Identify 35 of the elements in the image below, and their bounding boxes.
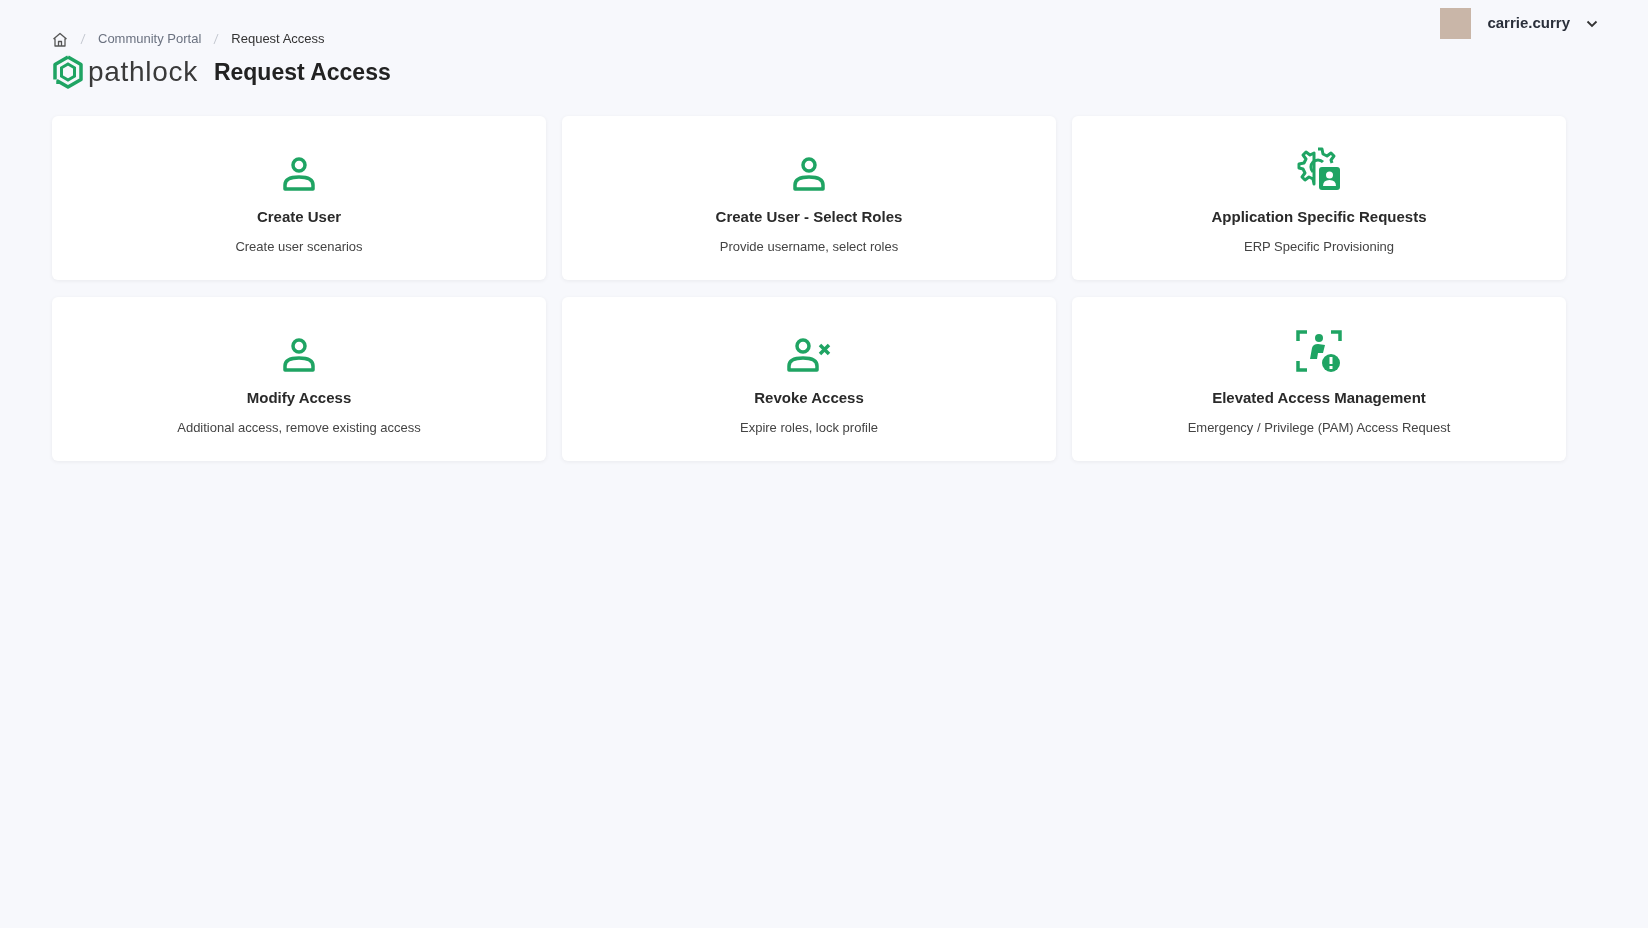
breadcrumb-separator-icon	[80, 33, 86, 45]
card-description: ERP Specific Provisioning	[1243, 237, 1395, 256]
card-title: Application Specific Requests	[1211, 207, 1427, 227]
card-description: Additional access, remove existing access	[177, 418, 421, 437]
request-card[interactable]: Elevated Access Management Emergency / Privilege (PAM) Access Request	[1072, 297, 1566, 461]
breadcrumb-separator-icon	[213, 33, 220, 45]
home-icon[interactable]	[52, 31, 68, 47]
user-x-icon	[786, 337, 832, 373]
request-card[interactable]: Create User - Select Roles Provide username, select roles	[562, 116, 1056, 280]
chevron-down-icon	[1586, 19, 1598, 28]
card-description: Provide username, select roles	[719, 237, 899, 256]
card-description: Expire roles, lock profile	[740, 418, 878, 437]
breadcrumb-current[interactable]: Request Access	[231, 29, 325, 49]
gear-user-icon	[1296, 146, 1342, 192]
card-title: Revoke Access	[754, 388, 864, 408]
card-description: Emergency / Privilege (PAM) Access Request	[1187, 418, 1451, 437]
user-icon	[792, 156, 826, 192]
request-card[interactable]: Revoke Access Expire roles, lock profile	[562, 297, 1056, 461]
card-title: Elevated Access Management	[1212, 388, 1426, 408]
user-icon	[282, 156, 316, 192]
card-title: Create User - Select Roles	[715, 207, 903, 227]
request-card[interactable]: Create User Create user scenarios	[52, 116, 546, 280]
card-title: Create User	[256, 207, 342, 227]
user-menu-button[interactable]: carrie.curry	[1440, 8, 1598, 39]
request-card[interactable]: Modify Access Additional access, remove existing access	[52, 297, 546, 461]
card-title: Modify Access	[246, 388, 352, 408]
card-description: Create user scenarios	[235, 237, 363, 256]
request-card[interactable]: Application Specific Requests ERP Specific Provisioning	[1072, 116, 1566, 280]
person-alert-icon	[1296, 329, 1342, 373]
breadcrumb-link[interactable]: Community Portal	[98, 29, 202, 49]
page-title: Request Access	[213, 57, 391, 87]
user-icon	[282, 337, 316, 373]
avatar-photo-placeholder	[1440, 8, 1472, 39]
logo-text: pathlock	[88, 58, 198, 86]
hexagon-logo-icon	[52, 54, 84, 90]
